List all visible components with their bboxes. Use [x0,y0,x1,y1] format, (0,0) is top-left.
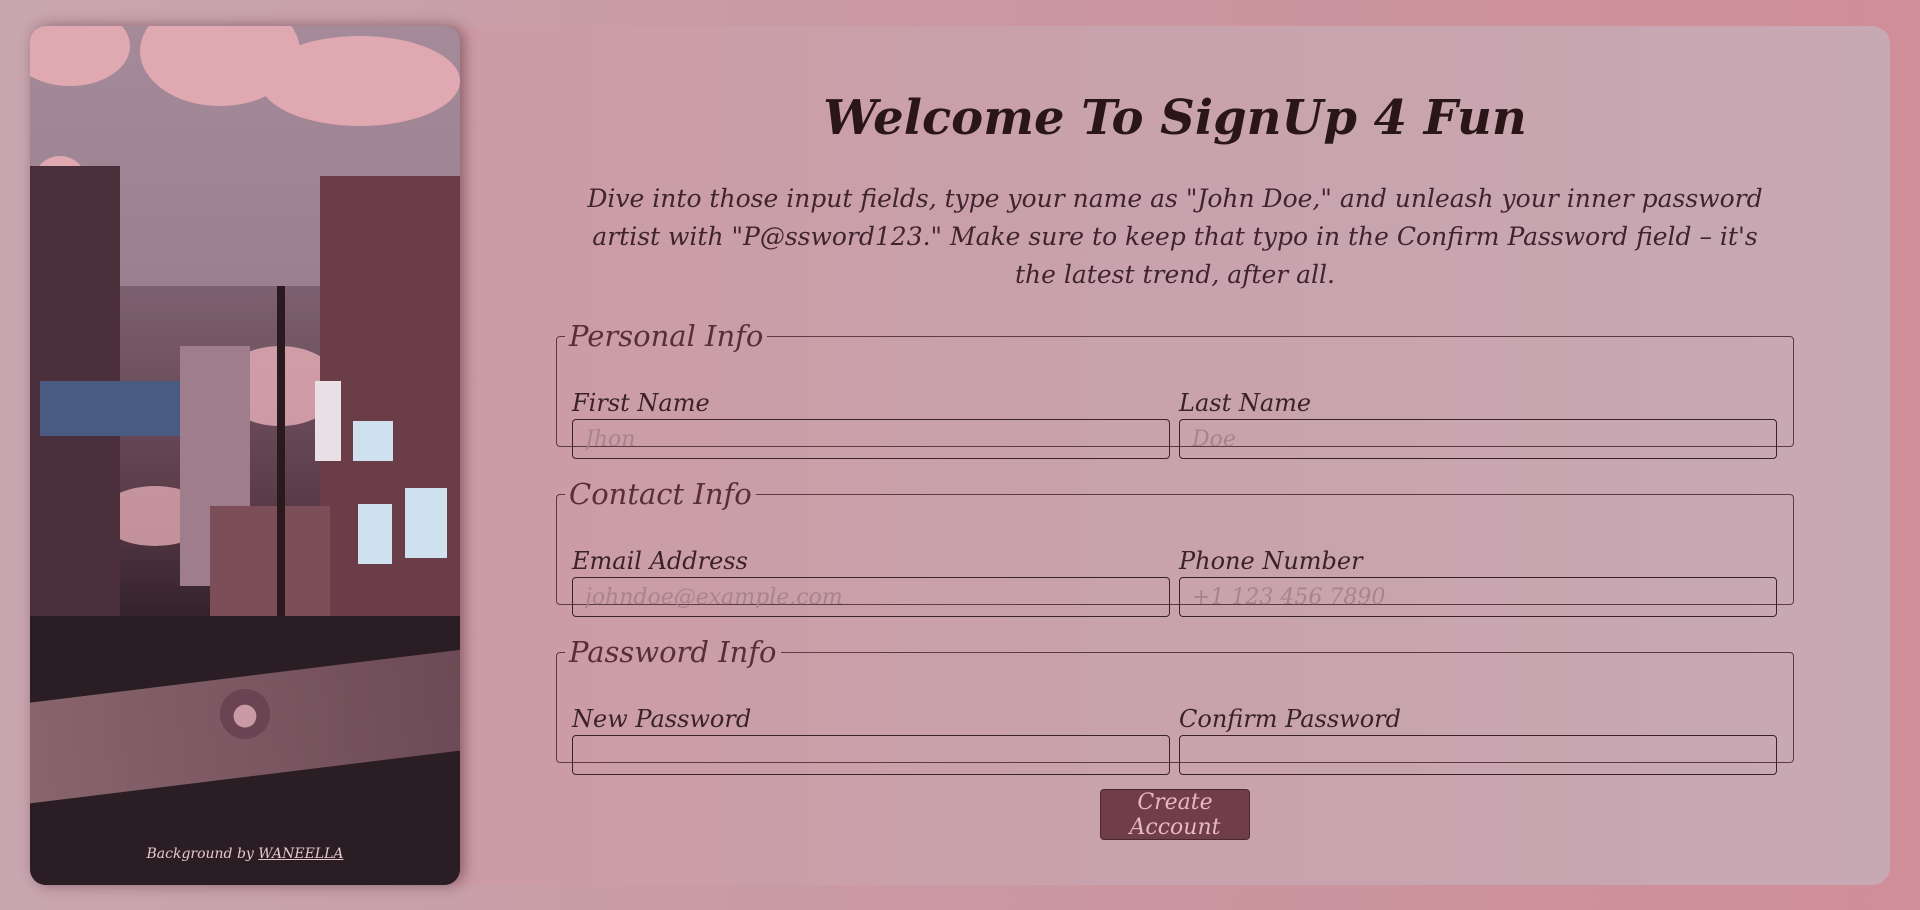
phone-group: Phone Number [1179,547,1777,617]
phone-label: Phone Number [1179,547,1363,575]
confirm-password-group: Confirm Password [1179,705,1777,775]
shop-awning [40,381,180,436]
credit-link[interactable]: WANEELLA [258,846,343,862]
confirm-password-label: Confirm Password [1179,705,1401,733]
credit-prefix: Background by [146,846,254,862]
utility-pole [277,286,285,626]
new-password-input[interactable] [572,735,1170,775]
page-description: Dive into those input fields, type your … [587,184,1763,289]
page-title: Welcome To SignUp 4 Fun [823,90,1527,146]
window [353,421,393,461]
vending-machine [405,488,447,558]
background-credit: Background by WANEELLA [30,846,460,862]
github-icon[interactable]: ● [220,689,270,739]
cherry-blossom [260,36,460,126]
last-name-input[interactable] [1179,419,1777,459]
password-info-section: Password Info New Password Confirm Passw… [556,635,1794,775]
phone-input[interactable] [1179,577,1777,617]
email-label: Email Address [572,547,748,575]
new-password-label: New Password [572,705,752,733]
confirm-password-input[interactable] [1179,735,1777,775]
contact-info-legend: Contact Info [569,477,752,511]
create-account-button[interactable]: Create Account [1100,789,1250,840]
personal-info-legend: Personal Info [569,319,764,353]
first-name-label: First Name [572,389,710,417]
personal-info-section: Personal Info First Name Last Name [556,319,1794,459]
password-info-legend: Password Info [569,635,777,669]
last-name-label: Last Name [1179,389,1312,417]
email-input[interactable] [572,577,1170,617]
first-name-group: First Name [572,389,1170,459]
contact-info-section: Contact Info Email Address Phone Number [556,477,1794,617]
last-name-group: Last Name [1179,389,1777,459]
sign [315,381,341,461]
vending-machine [358,504,392,564]
first-name-input[interactable] [572,419,1170,459]
building-right [320,176,460,646]
email-group: Email Address [572,547,1170,617]
background-illustration: ● Background by WANEELLA [30,26,460,885]
new-password-group: New Password [572,705,1170,775]
